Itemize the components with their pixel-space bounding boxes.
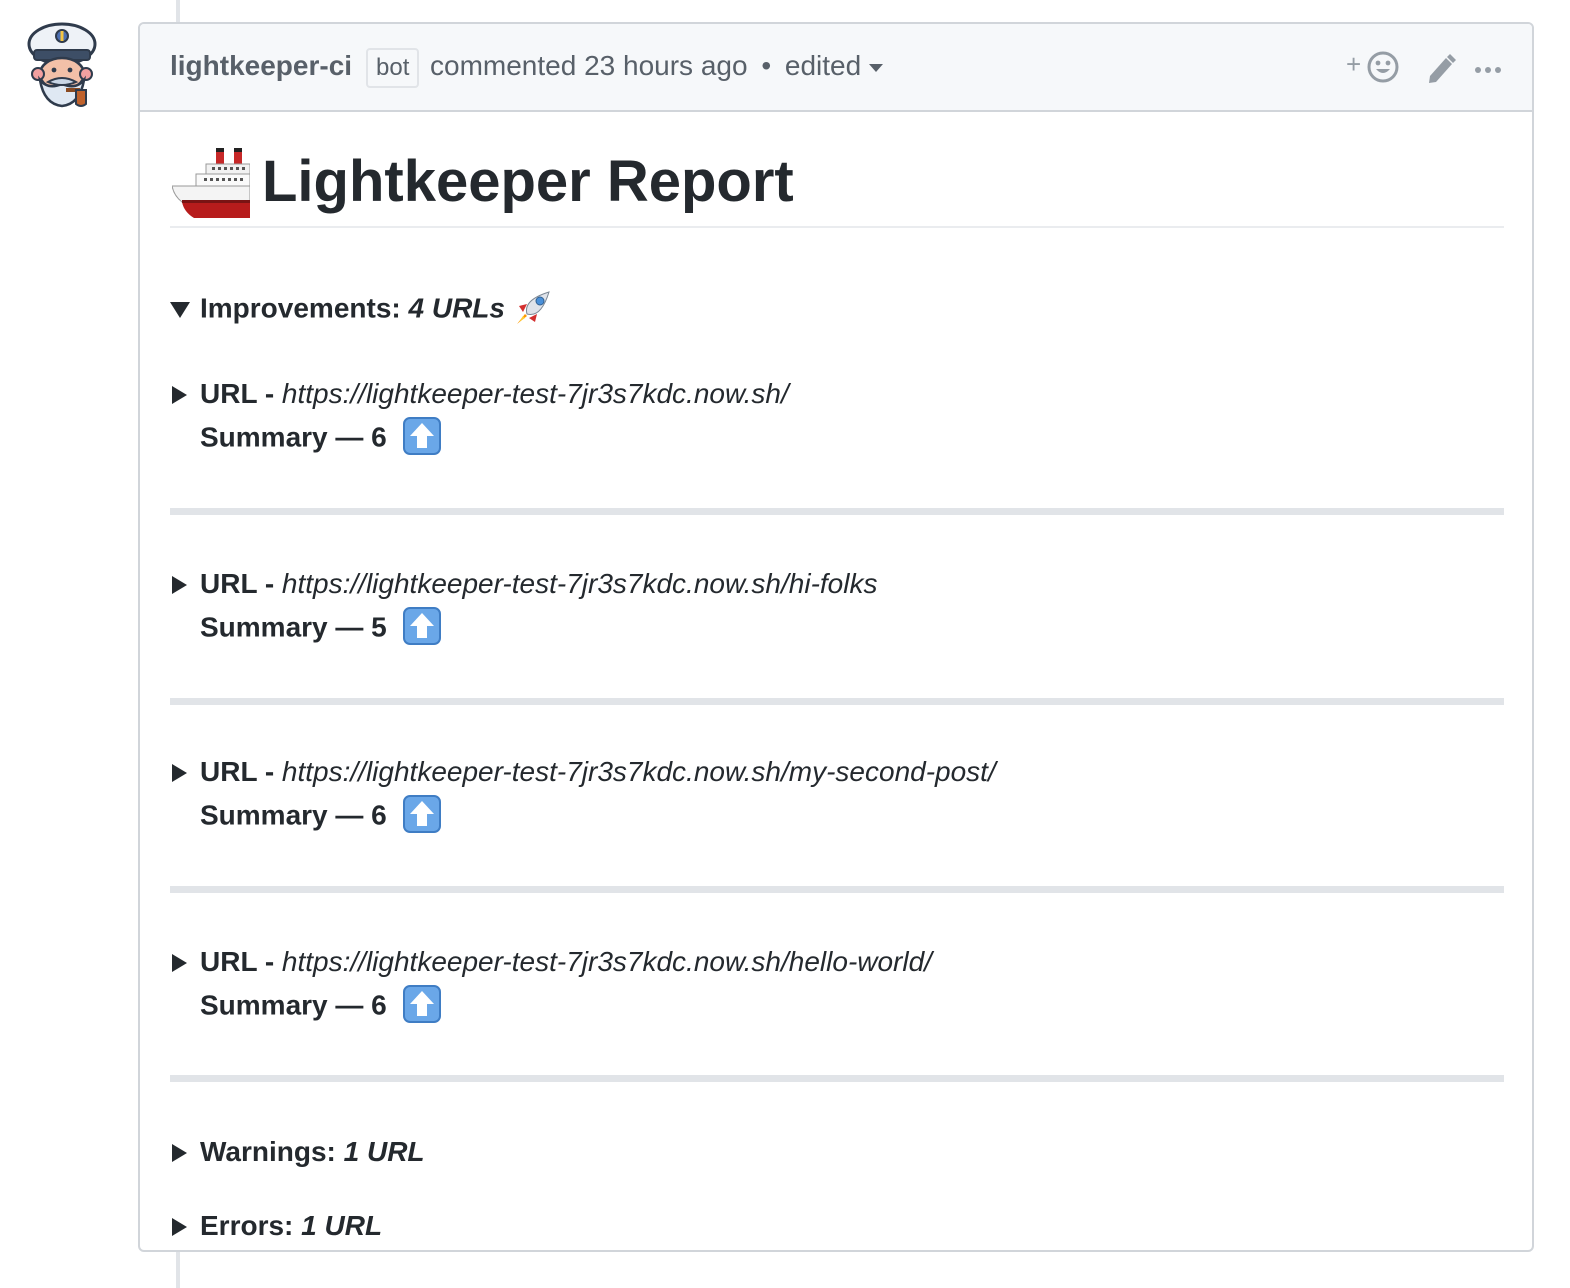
up-arrow-icon (402, 607, 441, 645)
plus-label: + (1346, 49, 1362, 79)
url-label: URL - (200, 946, 282, 977)
errors-summary[interactable]: Errors: 1 URL (200, 1210, 382, 1242)
kebab-icon (1475, 67, 1501, 73)
url-row-4[interactable]: URL - https://lightkeeper-test-7jr3s7kdc… (200, 946, 932, 978)
more-options-button[interactable] (1474, 62, 1502, 80)
summary-value: 6 (371, 421, 387, 453)
summary-row-3: Summary — 6 (200, 795, 441, 836)
report-title: Lightkeeper Report (262, 149, 794, 214)
summary-value: 5 (371, 611, 387, 643)
disclosure-closed-icon[interactable] (172, 1218, 187, 1236)
up-arrow-icon (402, 795, 441, 833)
summary-label: Summary — (200, 799, 372, 831)
improvements-label: Improvements: (200, 292, 401, 324)
disclosure-closed-icon[interactable] (172, 386, 187, 404)
ship-icon (172, 148, 250, 218)
divider (170, 1075, 1504, 1082)
summary-value: 6 (371, 799, 387, 831)
warnings-summary[interactable]: Warnings: 1 URL (200, 1136, 425, 1168)
url-value: https://lightkeeper-test-7jr3s7kdc.now.s… (281, 378, 789, 409)
comment-header: lightkeeper-ci bot commented 23 hours ag… (140, 24, 1532, 112)
comment-actions: + (1346, 50, 1506, 86)
warnings-label: Warnings: (200, 1136, 344, 1167)
smiley-icon (1367, 51, 1399, 83)
up-arrow-icon (402, 985, 441, 1023)
divider (170, 698, 1504, 705)
summary-label: Summary — (200, 611, 372, 643)
warnings-count: 1 URL (343, 1136, 425, 1167)
avatar[interactable] (26, 20, 98, 112)
pencil-icon (1429, 54, 1456, 83)
report-heading: Lightkeeper Report (170, 146, 1504, 228)
url-label: URL - (200, 378, 282, 409)
disclosure-open-icon[interactable] (170, 302, 190, 318)
edited-dropdown[interactable]: edited (784, 50, 884, 81)
url-row-2[interactable]: URL - https://lightkeeper-test-7jr3s7kdc… (200, 568, 877, 600)
url-label: URL - (200, 568, 282, 599)
divider (170, 508, 1504, 515)
disclosure-closed-icon[interactable] (172, 576, 187, 594)
improvements-summary[interactable]: Improvements: 4 URLs (200, 290, 553, 330)
divider (170, 886, 1504, 893)
summary-row-2: Summary — 5 (200, 607, 441, 648)
edited-label: edited (784, 50, 862, 81)
summary-row-1: Summary — 6 (200, 417, 441, 458)
errors-label: Errors: (200, 1210, 302, 1241)
rocket-icon (516, 291, 550, 324)
disclosure-closed-icon[interactable] (172, 1144, 187, 1162)
url-row-3[interactable]: URL - https://lightkeeper-test-7jr3s7kdc… (200, 756, 996, 788)
author-name[interactable]: lightkeeper-ci (170, 50, 352, 82)
timestamp[interactable]: commented 23 hours ago (430, 50, 748, 81)
edit-button[interactable] (1426, 52, 1456, 89)
summary-label: Summary — (200, 989, 372, 1021)
url-value: https://lightkeeper-test-7jr3s7kdc.now.s… (281, 568, 878, 599)
meta-separator: • (761, 50, 772, 81)
url-row-1[interactable]: URL - https://lightkeeper-test-7jr3s7kdc… (200, 378, 789, 410)
comment-meta: commented 23 hours ago • edited (430, 50, 884, 82)
url-value: https://lightkeeper-test-7jr3s7kdc.now.s… (281, 946, 932, 977)
improvements-count: 4 URLs (408, 292, 505, 324)
summary-label: Summary — (200, 421, 372, 453)
url-value: https://lightkeeper-test-7jr3s7kdc.now.s… (281, 756, 996, 787)
disclosure-closed-icon[interactable] (172, 764, 187, 782)
summary-value: 6 (371, 989, 387, 1021)
up-arrow-icon (402, 417, 441, 455)
disclosure-closed-icon[interactable] (172, 954, 187, 972)
errors-count: 1 URL (301, 1210, 383, 1241)
bot-badge: bot (366, 48, 420, 88)
url-label: URL - (200, 756, 282, 787)
add-reaction-button[interactable]: + (1346, 50, 1406, 86)
comment-box: lightkeeper-ci bot commented 23 hours ag… (138, 22, 1534, 1252)
caret-down-icon (869, 63, 884, 72)
summary-row-4: Summary — 6 (200, 985, 441, 1026)
